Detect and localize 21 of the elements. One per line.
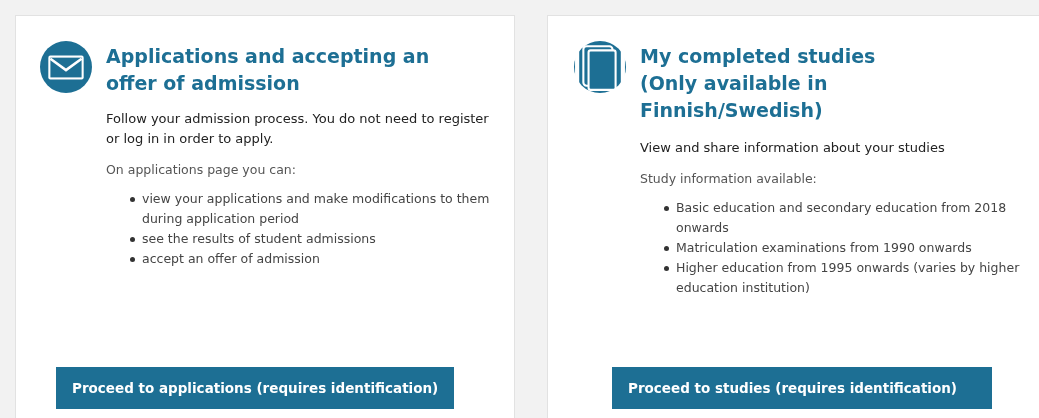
bullet-icon [664,246,669,251]
bullet-icon [664,266,669,271]
list-item: Matriculation examinations from 1990 onwards [676,239,972,257]
list-heading: Study information available: [640,170,818,188]
proceed-button[interactable]: Proceed to applications (requires identification) [56,367,455,409]
envelope-icon [40,41,92,93]
card-title: Applications and accepting an offer of admission [106,44,431,96]
card-description: View and share information about your studies [640,139,946,157]
proceed-button[interactable]: Proceed to studies (requires identification) [612,367,992,409]
bullet-icon [130,197,135,202]
card-title: My completed studies (Only available in Finnish/Swedish) [640,44,877,123]
card-description: Follow your admission process. You do not need to register or log in in order to apply. [106,110,490,148]
list-item: accept an offer of admission [142,250,320,268]
bullet-icon [130,257,135,262]
list-item: Basic education and secondary education from 2018 onwards [676,199,1008,237]
list-item: Higher education from 1995 onwards (varies by higher education institution) [676,259,1021,297]
bullet-icon [130,237,135,242]
list-item: see the results of student admissions [142,230,376,248]
bullet-icon [664,206,669,211]
list-heading: On applications page you can: [106,161,297,179]
book-icon [574,41,626,93]
